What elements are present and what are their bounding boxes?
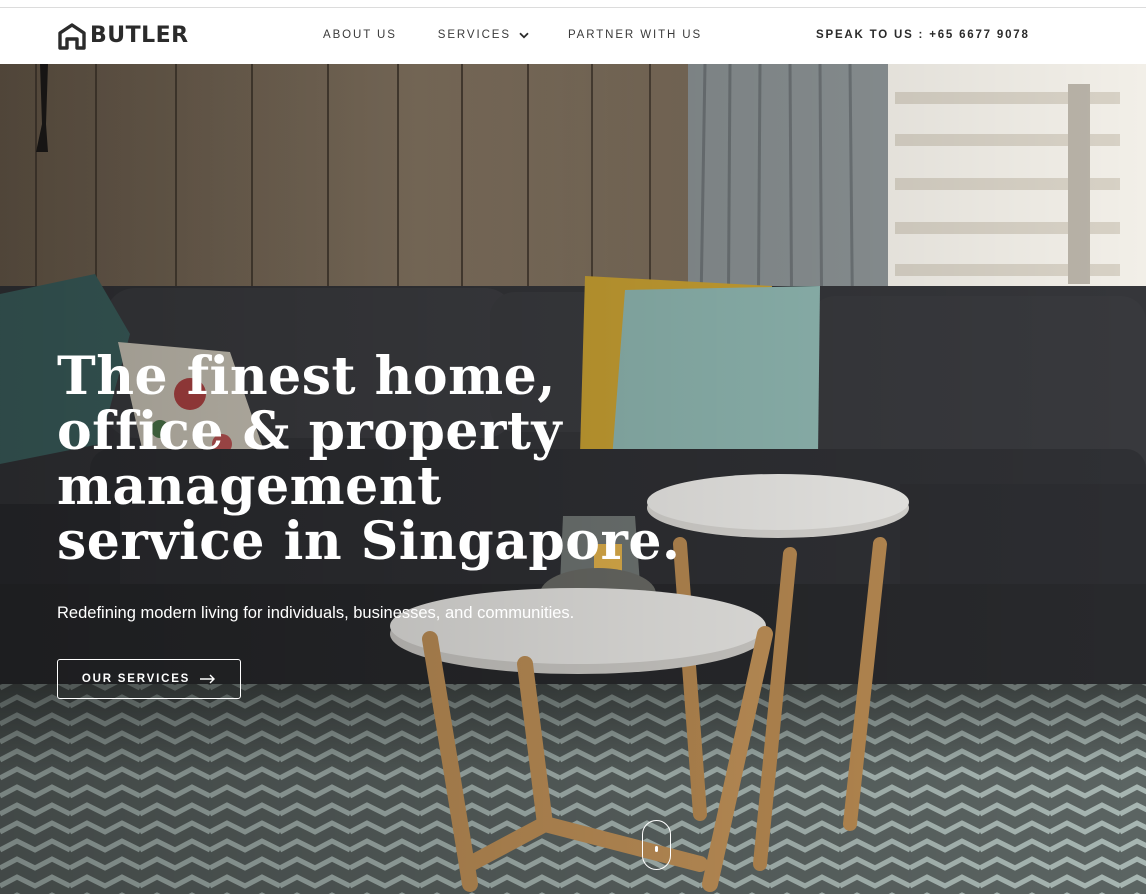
logo-text: BUTLER	[90, 23, 189, 48]
our-services-button[interactable]: OUR SERVICES	[57, 659, 241, 699]
chevron-down-icon	[519, 32, 529, 38]
logo[interactable]: BUTLER	[57, 22, 189, 50]
headline-line-2: office & property	[57, 401, 563, 462]
mouse-scroll-icon[interactable]	[642, 820, 671, 870]
house-icon	[58, 23, 86, 50]
arrow-right-icon	[200, 674, 216, 684]
scroll-wheel-dot	[655, 846, 658, 852]
nav-services-label: SERVICES	[437, 29, 511, 41]
contact-label: SPEAK TO US :	[816, 29, 925, 41]
nav-partner-with-us[interactable]: PARTNER WITH US	[568, 29, 702, 41]
main-nav: ABOUT US SERVICES PARTNER WITH US	[323, 29, 702, 41]
nav-about-us[interactable]: ABOUT US	[323, 29, 397, 41]
headline-line-3: management	[57, 456, 442, 517]
our-services-label: OUR SERVICES	[81, 673, 191, 685]
hero-headline: The finest home, office & property manag…	[57, 346, 681, 572]
headline-line-4: service in Singapore.	[57, 511, 681, 572]
hero-subheadline: Redefining modern living for individuals…	[57, 604, 575, 622]
nav-services[interactable]: SERVICES	[438, 29, 529, 41]
phone-number: +65 6677 9078	[929, 29, 1030, 41]
site-header: BUTLER ABOUT US SERVICES PARTNER WITH US…	[0, 8, 1146, 64]
contact-phone[interactable]: SPEAK TO US : +65 6677 9078	[816, 29, 1030, 41]
headline-line-1: The finest home,	[57, 346, 556, 407]
hero-section: The finest home, office & property manag…	[0, 64, 1146, 894]
